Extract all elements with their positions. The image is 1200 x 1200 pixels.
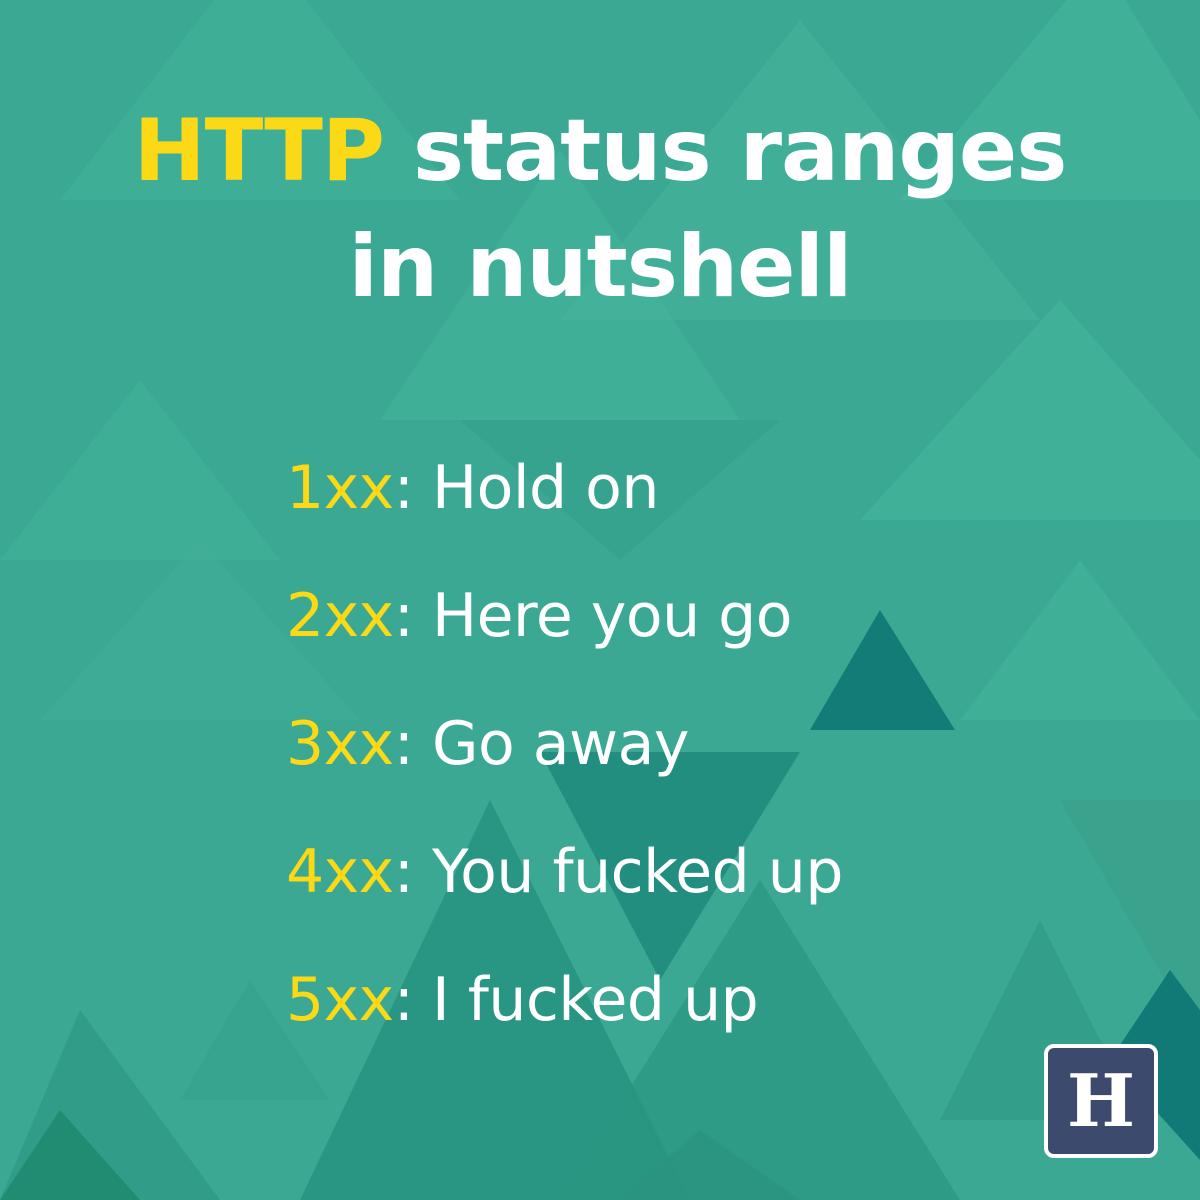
status-code: 4xx [286, 837, 394, 907]
separator: : [393, 453, 432, 523]
status-code: 2xx [286, 581, 394, 651]
status-meaning: Here you go [432, 581, 792, 651]
list-item: 2xx: Here you go [286, 580, 843, 708]
separator: : [393, 709, 432, 779]
status-code: 3xx [286, 709, 394, 779]
status-range-list: 1xx: Hold on 2xx: Here you go 3xx: Go aw… [286, 452, 843, 1092]
status-code: 5xx [286, 965, 394, 1035]
page-title-line-1: HTTP status ranges [0, 108, 1200, 194]
list-item: 1xx: Hold on [286, 452, 843, 580]
h-logo-icon: H [1044, 1044, 1158, 1158]
status-meaning: You fucked up [432, 837, 843, 907]
status-code: 1xx [286, 453, 394, 523]
list-item: 4xx: You fucked up [286, 836, 843, 964]
status-meaning: Go away [432, 709, 689, 779]
separator: : [393, 965, 432, 1035]
page-title-line-2: in nutshell [348, 217, 853, 317]
separator: : [393, 837, 432, 907]
status-meaning: Hold on [432, 453, 659, 523]
list-item: 3xx: Go away [286, 708, 843, 836]
logo-letter: H [1066, 1058, 1136, 1143]
separator: : [393, 581, 432, 651]
title-highlight: HTTP [133, 101, 385, 201]
title-rest: status ranges [383, 101, 1068, 201]
list-item: 5xx: I fucked up [286, 964, 843, 1092]
status-meaning: I fucked up [432, 965, 759, 1035]
